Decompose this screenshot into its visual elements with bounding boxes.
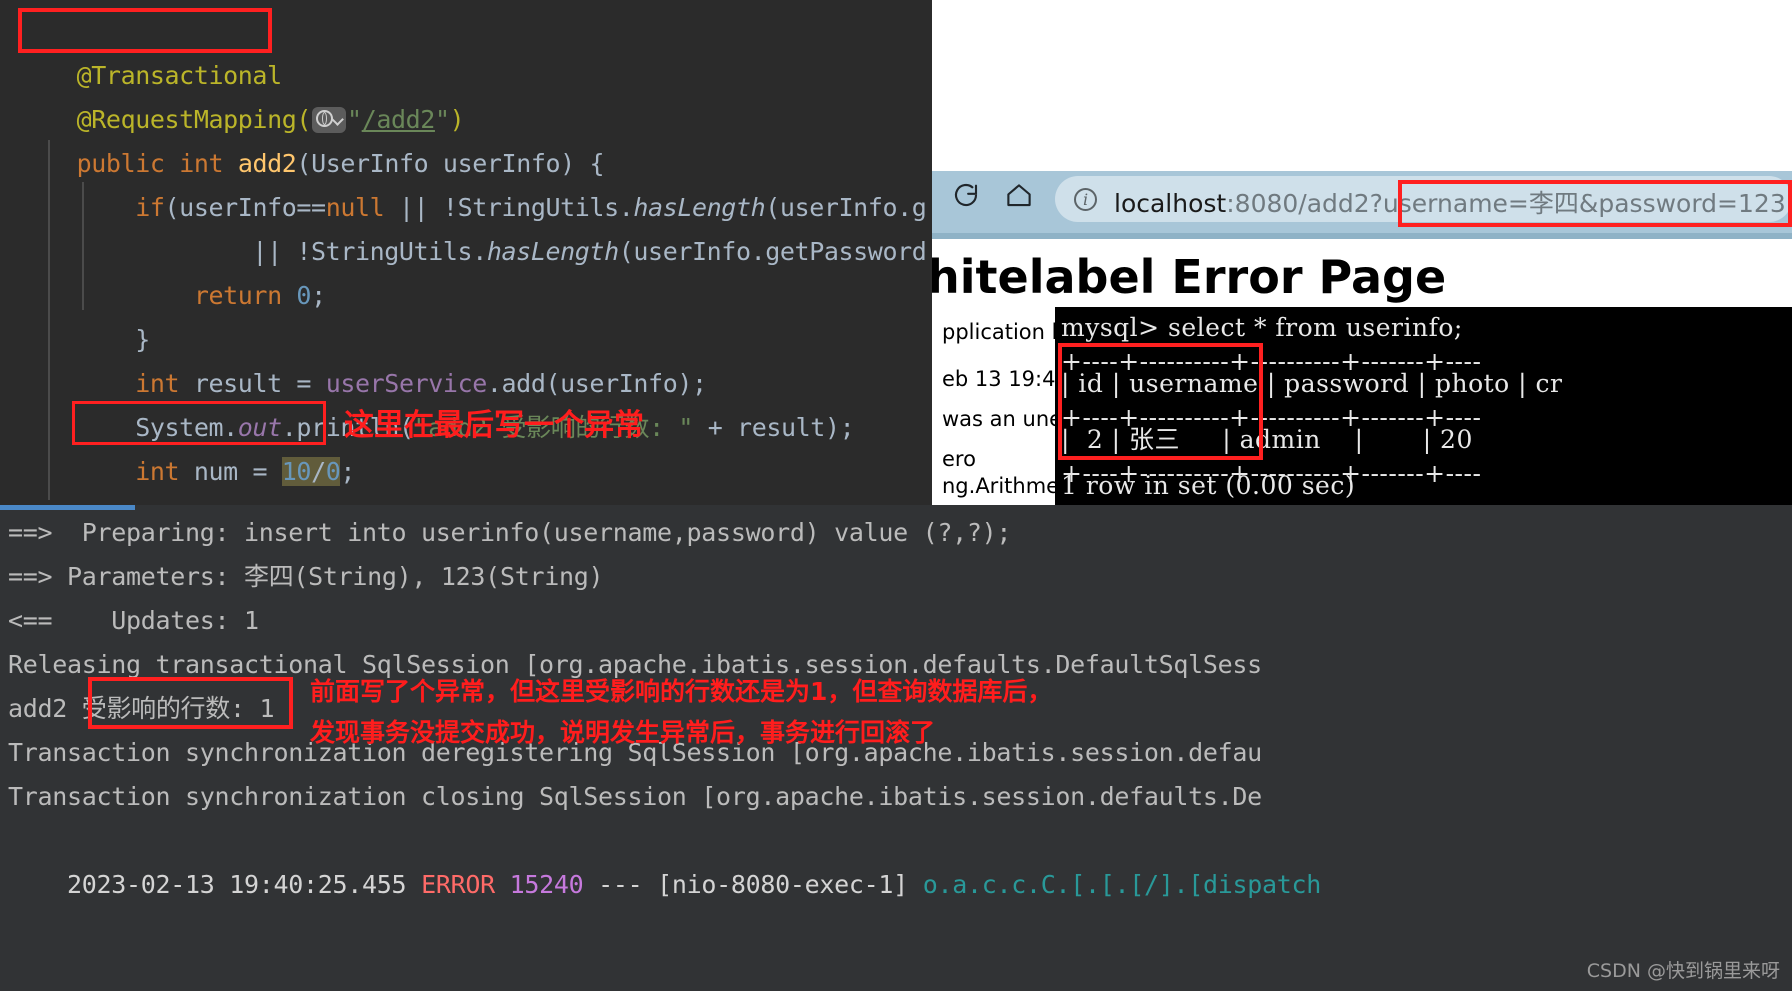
error-body-line: eb 13 19:40 [942, 367, 1069, 391]
info-icon[interactable]: i [1074, 188, 1097, 211]
log-line-preparing: ==> Preparing: insert into userinfo(user… [8, 518, 1012, 547]
code-line-method-close: } [18, 494, 91, 505]
literal-zero: 0 [296, 281, 312, 310]
mysql-prompt-line: mysql> select * from userinfo; [1061, 313, 1463, 342]
home-icon[interactable] [1004, 180, 1034, 210]
reload-icon[interactable] [951, 180, 981, 210]
highlight-box-affected-rows [88, 677, 293, 729]
log-line-parameters: ==> Parameters: 李四(String), 123(String) [8, 562, 604, 591]
error-body-line: ng.Arithmet [942, 474, 1068, 498]
highlight-box-url-query [1398, 180, 1792, 227]
log-dashes: --- [598, 870, 643, 899]
log-timestamp: 2023-02-13 19:40:25.455 [67, 870, 407, 899]
note-exception-comment: 这里在最后写一个异常 [344, 408, 644, 443]
highlight-box-divide-by-zero [72, 401, 326, 445]
browser-toolbar-edge [932, 233, 1792, 239]
error-body-line: pplication h [942, 320, 1065, 344]
log-level-error: ERROR [421, 870, 495, 899]
watermark-credit: CSDN @快到锅里来呀 [1586, 960, 1780, 982]
log-pid: 15240 [509, 870, 584, 899]
error-body-line: ero [942, 447, 976, 471]
console-active-tab-indicator [0, 505, 135, 510]
keyword-return: return [193, 281, 282, 310]
log-line-closing: Transaction synchronization closing SqlS… [8, 782, 1262, 811]
log-logger: o.a.c.c.C.[.[.[/].[dispatch [922, 870, 1322, 899]
page-title-whitelabel-error: hitelabel Error Page [932, 250, 1447, 304]
note-console-line-2: 发现事务没提交成功，说明发生异常后，事务进行回滚了 [310, 718, 936, 747]
mysql-row-count: 1 row in set (0.00 sec) [1061, 471, 1356, 500]
log-line-updates: <== Updates: 1 [8, 606, 259, 635]
log-thread: [nio-8080-exec-1] [657, 870, 908, 899]
url-host: localhost [1114, 189, 1227, 218]
highlight-box-transactional [18, 8, 272, 53]
method-has-length: hasLength [486, 237, 619, 266]
note-console-line-1: 前面写了个异常，但这里受影响的行数还是为1，但查询数据库后， [310, 677, 1053, 706]
highlight-box-mysql-username-column [1058, 343, 1263, 460]
log-line-error: 2023-02-13 19:40:25.455 ERROR 15240 --- … [8, 819, 1321, 951]
